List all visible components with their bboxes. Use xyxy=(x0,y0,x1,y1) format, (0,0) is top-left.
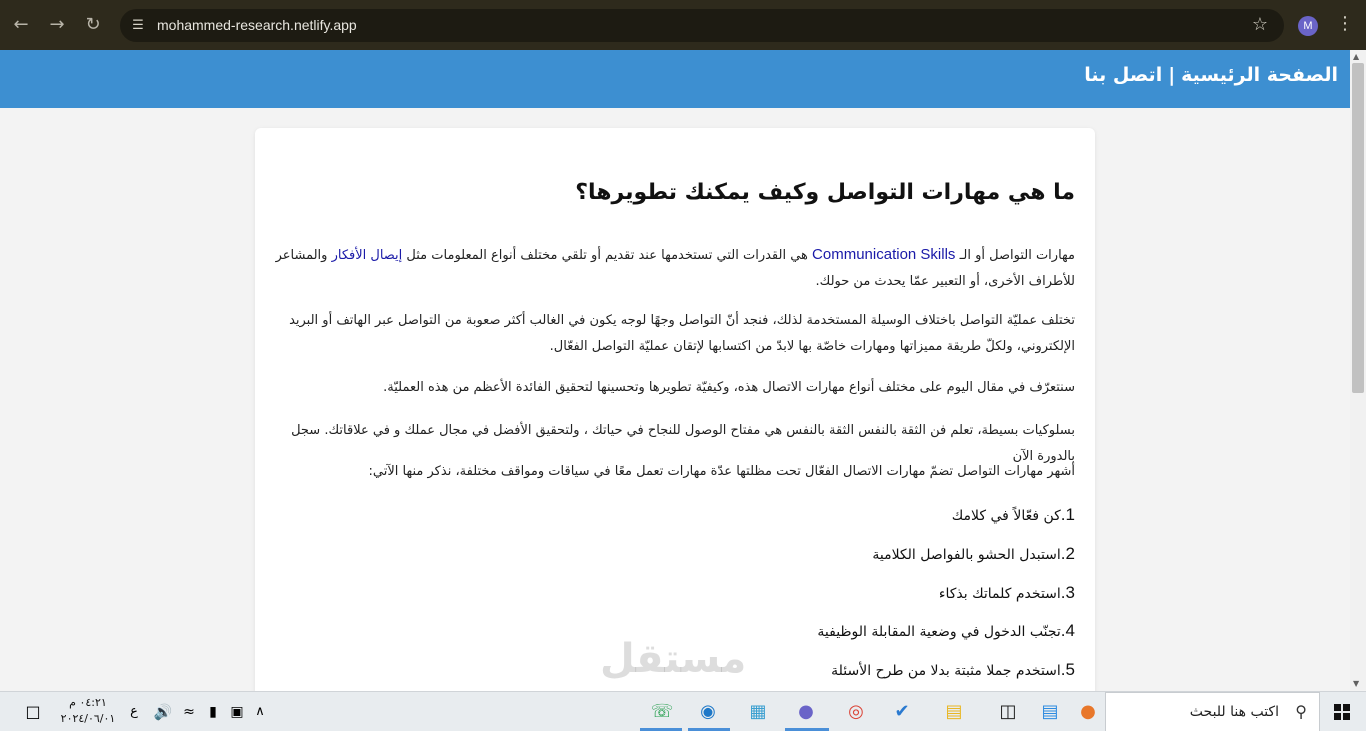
profile-avatar[interactable]: M xyxy=(1298,16,1318,36)
paragraph-skills: أشهر مهارات التواصل تضمّ مهارات الاتصال … xyxy=(368,464,1075,479)
clock-time: ٠٤:٢١ م xyxy=(69,696,107,709)
taskbar-clock[interactable]: ٠٤:٢١ م ٢٠٢٤/٠٦/٠١ xyxy=(58,695,118,727)
chevron-up-icon[interactable]: ∧ xyxy=(250,692,270,731)
windows-taskbar: □ ٠٤:٢١ م ٢٠٢٤/٠٦/٠١ ع 🔊 ≈ ▮ ▣ ∧ ☏ ◉ ▦ ●… xyxy=(0,691,1366,731)
scroll-up-icon[interactable]: ▲ xyxy=(1353,52,1359,61)
page-body: ما هي مهارات التواصل وكيف يمكنك تطويرها؟… xyxy=(0,108,1350,728)
scrollbar-thumb[interactable] xyxy=(1352,63,1364,393)
menu-icon[interactable]: ⋮ xyxy=(1336,13,1354,34)
nav-contact-link[interactable]: اتصل بنا xyxy=(1084,64,1162,86)
todo-icon[interactable]: ✔ xyxy=(884,692,920,731)
nav-home-link[interactable]: الصفحة الرئيسية xyxy=(1181,64,1338,86)
widgets-icon[interactable]: ▤ xyxy=(1032,692,1068,731)
back-icon[interactable]: ← xyxy=(8,12,34,38)
site-header: الصفحة الرئيسية| اتصل بنا xyxy=(0,50,1350,108)
search-icon: ⚲ xyxy=(1295,702,1307,721)
wifi-icon[interactable]: ≈ xyxy=(178,692,200,731)
task-view-icon[interactable]: ◫ xyxy=(990,692,1026,731)
search-placeholder: اكتب هنا للبحث xyxy=(1189,704,1279,720)
input-language[interactable]: ع xyxy=(126,692,142,731)
basketball-icon[interactable]: ● xyxy=(1070,692,1106,731)
paragraph-intro-a: مهارات التواصل أو الـ xyxy=(955,248,1075,263)
notifications-icon[interactable]: □ xyxy=(22,692,44,731)
site-settings-icon[interactable]: ☰ xyxy=(129,17,147,35)
chrome-icon[interactable]: ◎ xyxy=(838,692,874,731)
device-icon[interactable]: ▣ xyxy=(226,692,248,731)
site-nav: الصفحة الرئيسية| اتصل بنا xyxy=(1084,64,1338,86)
browser-toolbar: ← → ↻ ☰ mohammed-research.netlify.app ☆ … xyxy=(0,0,1366,50)
page-scrollbar[interactable]: ▲ ▼ xyxy=(1350,50,1366,690)
whatsapp-icon[interactable]: ☏ xyxy=(644,692,680,731)
step-item: 1.كن فعّالاً في كلامك xyxy=(951,505,1075,524)
step-item: 2.استبدل الحشو بالفواصل الكلامية xyxy=(872,544,1075,563)
step-item: 4.تجنّب الدخول في وضعية المقابلة الوظيفي… xyxy=(817,621,1075,640)
paragraph-intro: مهارات التواصل أو الـ Communication Skil… xyxy=(275,242,1075,295)
url-text[interactable]: mohammed-research.netlify.app xyxy=(157,17,357,33)
address-bar[interactable]: ☰ mohammed-research.netlify.app ☆ xyxy=(120,9,1284,42)
battery-icon[interactable]: ▮ xyxy=(202,692,224,731)
file-explorer-icon[interactable]: ▤ xyxy=(936,692,972,731)
reload-icon[interactable]: ↻ xyxy=(80,12,106,38)
communication-skills-link[interactable]: Communication Skills xyxy=(812,246,955,263)
paragraph-methods: تختلف عمليّة التواصل باختلاف الوسيلة الم… xyxy=(289,313,1075,354)
step-item: 3.استخدم كلماتك بذكاء xyxy=(938,583,1075,602)
taskbar-search[interactable]: ⚲ اكتب هنا للبحث xyxy=(1105,692,1320,731)
paragraph-overview: سنتعرّف في مقال اليوم على مختلف أنواع مه… xyxy=(383,380,1075,395)
step-item: 5.استخدم جملا مثبتة بدلا من طرح الأسئلة xyxy=(831,660,1075,679)
windows-start-icon[interactable] xyxy=(1334,704,1350,720)
paragraph-intro-b: هي القدرات التي تستخدمها عند تقديم أو تل… xyxy=(402,248,813,263)
idea-delivery-link[interactable]: إيصال الأفكار xyxy=(332,248,403,263)
chrome-profile-icon[interactable]: ● xyxy=(788,692,824,731)
edge-icon[interactable]: ◉ xyxy=(690,692,726,731)
scroll-down-icon[interactable]: ▼ xyxy=(1353,679,1359,688)
article-title: ما هي مهارات التواصل وكيف يمكنك تطويرها؟ xyxy=(575,180,1075,205)
clock-date: ٢٠٢٤/٠٦/٠١ xyxy=(60,712,116,725)
bookmark-star-icon[interactable]: ☆ xyxy=(1252,14,1268,35)
nav-separator: | xyxy=(1168,64,1176,86)
files-icon[interactable]: ▦ xyxy=(740,692,776,731)
volume-icon[interactable]: 🔊 xyxy=(152,692,174,731)
forward-icon[interactable]: → xyxy=(44,12,70,38)
mostaql-watermark: مستقل xyxy=(600,636,747,682)
